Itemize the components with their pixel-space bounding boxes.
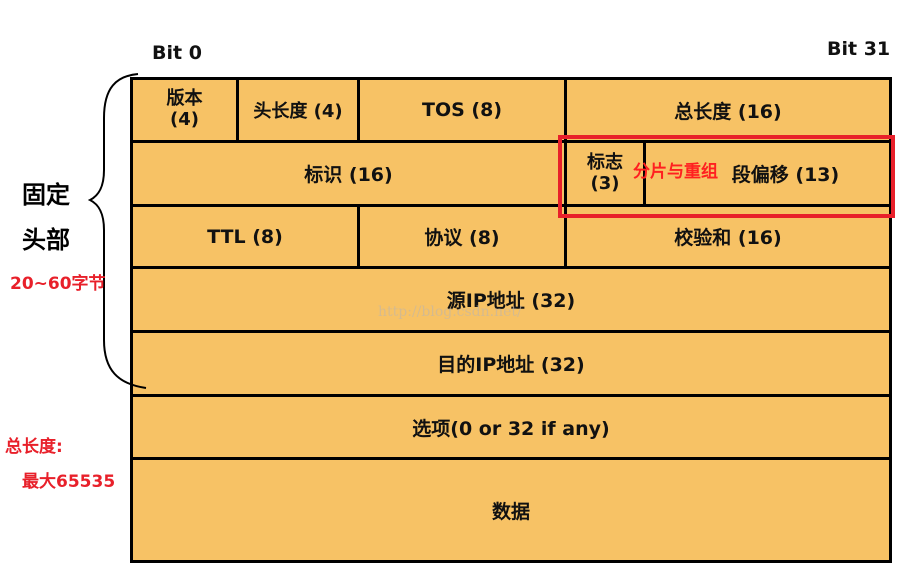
fixed-label-line1: 固定 (22, 181, 70, 209)
watermark: http://blog.csdn.net/ (378, 304, 522, 320)
identification-label: 标识 (16) (304, 164, 393, 186)
bit-31-label: Bit 31 (827, 38, 891, 60)
tos-label: TOS (8) (422, 99, 502, 121)
identification-cell: 标识 (16) (133, 143, 567, 207)
data-cell: 数据 (133, 460, 892, 563)
ttl-label: TTL (8) (207, 225, 283, 248)
dest-ip-cell: 目的IP地址 (32) (133, 333, 892, 397)
total-length-note-line2: 最大65535 (22, 472, 116, 492)
tos-cell: TOS (8) (360, 80, 567, 143)
total-length-label: 总长度 (16) (674, 100, 782, 123)
checksum-label: 校验和 (16) (674, 227, 782, 249)
version-label: 版本 (166, 88, 203, 110)
version-bits: (4) (170, 109, 199, 130)
bit-0-label: Bit 0 (152, 42, 202, 64)
options-cell: 选项(0 or 32 if any) (133, 397, 892, 460)
total-length-cell: 总长度 (16) (567, 80, 892, 143)
fixed-label-line2: 头部 (22, 226, 70, 254)
fixed-size-note: 20~60字节 (10, 274, 106, 294)
protocol-label: 协议 (8) (424, 227, 500, 249)
curly-brace-icon (88, 73, 147, 389)
total-length-note-line1: 总长度: (5, 437, 63, 457)
source-ip-cell: 源IP地址 (32) (133, 269, 892, 333)
header-length-label: 头长度 (4) (253, 101, 343, 122)
protocol-cell: 协议 (8) (360, 207, 567, 269)
options-label: 选项(0 or 32 if any) (412, 417, 610, 440)
fragmentation-annotation: 分片与重组 (633, 162, 718, 182)
version-cell: 版本 (4) (133, 80, 239, 143)
dest-ip-label: 目的IP地址 (32) (437, 354, 585, 376)
ttl-cell: TTL (8) (133, 207, 360, 269)
data-label: 数据 (491, 500, 530, 523)
header-length-cell: 头长度 (4) (239, 80, 360, 143)
fragmentation-highlight-box (558, 135, 895, 218)
